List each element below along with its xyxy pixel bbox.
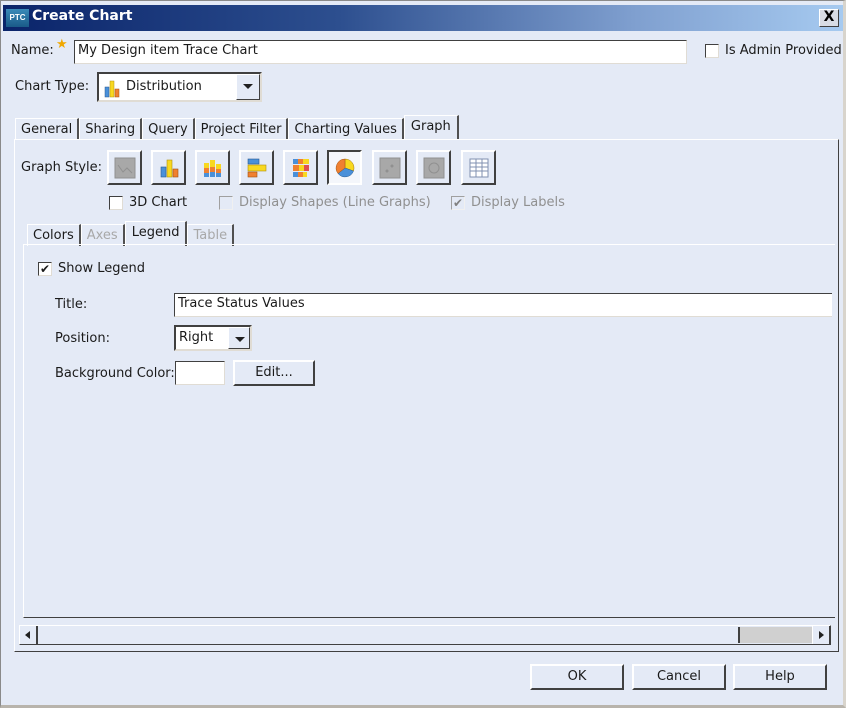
- table-style-button[interactable]: [461, 150, 496, 185]
- scatter-chart-icon: [379, 157, 400, 178]
- scroll-right-button[interactable]: [812, 626, 830, 644]
- background-color-label: Background Color:: [55, 366, 175, 381]
- create-chart-dialog: PTC Create Chart X Name: ★ My Design ite…: [0, 0, 846, 708]
- 3d-chart-label: 3D Chart: [129, 195, 188, 210]
- display-labels-label: Display Labels: [471, 195, 565, 210]
- title-bar[interactable]: PTC Create Chart X: [3, 5, 843, 31]
- tab-query[interactable]: Query: [142, 118, 195, 140]
- help-button[interactable]: Help: [733, 664, 827, 690]
- subtab-colors[interactable]: Colors: [27, 224, 81, 246]
- legend-position-value: Right: [179, 330, 214, 345]
- show-legend-checkbox[interactable]: ✔: [38, 262, 52, 276]
- pie-chart-icon: [335, 158, 354, 177]
- line-chart-style-button: [107, 150, 142, 185]
- tab-project-filter[interactable]: Project Filter: [194, 118, 289, 140]
- name-input[interactable]: My Design item Trace Chart: [74, 40, 687, 64]
- chart-type-dropdown[interactable]: Distribution: [97, 72, 262, 102]
- stacked-horizontal-bar-chart-style-button[interactable]: [283, 150, 318, 185]
- stacked-horizontal-bar-chart-icon: [292, 158, 309, 177]
- main-tabs: General Sharing Query Project Filter Cha…: [15, 115, 459, 140]
- is-admin-provided-checkbox[interactable]: [705, 44, 719, 58]
- is-admin-provided-label: Is Admin Provided: [725, 43, 842, 58]
- tab-graph[interactable]: Graph: [403, 115, 459, 140]
- bar-chart-style-button[interactable]: [151, 150, 186, 185]
- background-color-swatch: [175, 361, 225, 385]
- legend-position-dropdown[interactable]: Right: [174, 325, 252, 351]
- chart-type-label: Chart Type:: [15, 79, 90, 94]
- scroll-track[interactable]: [738, 627, 812, 643]
- tab-sharing[interactable]: Sharing: [79, 118, 143, 140]
- subtab-table: Table: [187, 224, 235, 246]
- required-star-icon: ★: [56, 37, 68, 52]
- dialog-title: Create Chart: [32, 8, 133, 24]
- close-button[interactable]: X: [819, 9, 839, 27]
- horizontal-scrollbar[interactable]: [19, 625, 831, 645]
- legend-title-label: Title:: [55, 297, 88, 312]
- legend-position-label: Position:: [55, 331, 110, 346]
- horizontal-bar-chart-style-button[interactable]: [239, 150, 274, 185]
- display-shapes-checkbox: [219, 196, 233, 210]
- legend-title-input[interactable]: Trace Status Values: [174, 293, 832, 317]
- radar-chart-style-button: [416, 150, 451, 185]
- stacked-bar-chart-style-button[interactable]: [195, 150, 230, 185]
- pie-chart-style-button[interactable]: [327, 150, 362, 185]
- tab-charting-values[interactable]: Charting Values: [288, 118, 404, 140]
- scroll-left-button[interactable]: [20, 626, 38, 644]
- subtab-legend[interactable]: Legend: [124, 221, 188, 246]
- stacked-bar-chart-icon: [203, 159, 221, 177]
- radar-chart-icon: [423, 157, 444, 178]
- line-chart-icon: [114, 157, 135, 178]
- chevron-down-icon[interactable]: [228, 327, 250, 349]
- arrow-right-icon: [819, 631, 824, 639]
- subtab-axes: Axes: [80, 224, 125, 246]
- ok-button[interactable]: OK: [530, 664, 624, 690]
- horizontal-bar-chart-icon: [247, 158, 266, 177]
- cancel-button[interactable]: Cancel: [632, 664, 726, 690]
- graph-subtabs: Colors Axes Legend Table: [27, 221, 235, 246]
- edit-color-button[interactable]: Edit...: [233, 360, 315, 386]
- name-label: Name:: [11, 43, 54, 58]
- ptc-logo-icon: PTC: [6, 9, 29, 27]
- chart-type-value: Distribution: [126, 79, 202, 94]
- distribution-chart-icon: [104, 80, 120, 98]
- display-labels-checkbox: ✔: [451, 196, 465, 210]
- display-shapes-label: Display Shapes (Line Graphs): [239, 195, 431, 210]
- bar-chart-icon: [160, 159, 178, 177]
- 3d-chart-checkbox[interactable]: [109, 196, 123, 210]
- tab-general[interactable]: General: [15, 118, 80, 140]
- graph-style-label: Graph Style:: [21, 160, 103, 175]
- table-icon: [469, 158, 488, 177]
- chevron-down-icon[interactable]: [236, 74, 260, 100]
- show-legend-label: Show Legend: [58, 261, 145, 276]
- scatter-chart-style-button: [372, 150, 407, 185]
- arrow-left-icon: [25, 631, 30, 639]
